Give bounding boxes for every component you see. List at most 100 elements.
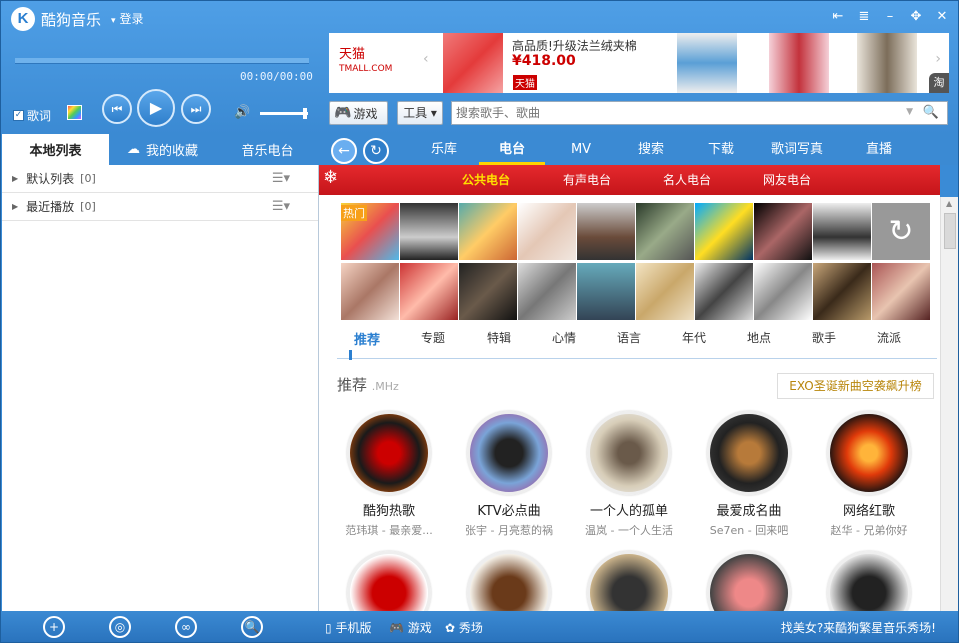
station-card[interactable] (569, 551, 689, 611)
cover-thumb[interactable] (400, 263, 458, 320)
bottom-promo[interactable]: 找美女?来酷狗繁星音乐秀场! (781, 619, 936, 636)
close-icon[interactable]: ✕ (934, 9, 950, 24)
station-card[interactable]: 一个人的孤单 温岚 - 一个人生活 (569, 411, 689, 538)
menu-icon[interactable]: ≣ (856, 9, 872, 24)
content-scrollbar[interactable]: ▲ (940, 197, 958, 611)
tab-live[interactable]: 直播 (855, 134, 903, 165)
mobile-link[interactable]: ▯ 手机版 (325, 619, 371, 636)
tab-download[interactable]: 下载 (697, 134, 745, 165)
station-card[interactable]: 最爱成名曲 Se7en - 回来吧 (689, 411, 809, 538)
cover-thumb[interactable] (813, 263, 871, 320)
list-item[interactable]: ▶ 默认列表 [0] ☰▾ (2, 165, 318, 193)
tab-era[interactable]: 年代 (682, 329, 706, 346)
tab-favorites[interactable]: ☁ 我的收藏 (109, 134, 216, 165)
volume-slider[interactable] (260, 112, 308, 115)
scroll-thumb[interactable] (944, 213, 956, 249)
tab-audio-radio[interactable]: 有声电台 (563, 171, 611, 188)
game-link[interactable]: 🎮 游戏 (389, 619, 432, 636)
play-button[interactable]: ▶ (137, 89, 175, 127)
game-button[interactable]: 🎮 游戏 (329, 101, 388, 125)
search-icon[interactable]: 🔍 (923, 105, 939, 120)
tools-button[interactable]: 工具 ▾ (397, 101, 443, 125)
tab-celebrity-radio[interactable]: 名人电台 (663, 171, 711, 188)
tab-radio[interactable]: 音乐电台 (216, 134, 319, 165)
previous-button[interactable]: ⏮ (102, 94, 132, 124)
station-name[interactable]: 一个人的孤单 (569, 500, 689, 519)
tab-user-radio[interactable]: 网友电台 (763, 171, 811, 188)
back-button[interactable]: ← (331, 138, 357, 164)
tab-place[interactable]: 地点 (747, 329, 771, 346)
search-history-icon[interactable]: ▼ (906, 107, 913, 117)
expand-icon[interactable]: ▶ (12, 202, 18, 211)
list-menu-icon[interactable]: ☰▾ (272, 171, 290, 186)
cover-thumb[interactable] (872, 263, 930, 320)
station-name[interactable]: KTV必点曲 (449, 500, 569, 519)
expand-icon[interactable]: ▶ (12, 174, 18, 183)
tab-language[interactable]: 语言 (617, 329, 641, 346)
tab-library[interactable]: 乐库 (419, 134, 469, 165)
station-cover[interactable] (467, 551, 551, 611)
volume-icon[interactable]: 🔊 (234, 105, 250, 120)
skin-icon[interactable] (67, 105, 82, 120)
compact-icon[interactable]: ✥ (908, 9, 924, 24)
lyrics-toggle[interactable]: ✓ 歌词 (13, 107, 51, 124)
station-cover[interactable] (587, 551, 671, 611)
cover-thumb[interactable] (754, 203, 812, 260)
station-card[interactable]: 酷狗热歌 范玮琪 - 最亲爱... (329, 411, 449, 538)
next-button[interactable]: ⏭ (181, 94, 211, 124)
station-name[interactable]: 最爱成名曲 (689, 500, 809, 519)
station-card[interactable] (689, 551, 809, 611)
refresh-grid-icon[interactable]: ↻ (872, 203, 930, 260)
station-card[interactable]: 网络红歌 赵华 - 兄弟你好 (809, 411, 929, 538)
station-card[interactable] (809, 551, 929, 611)
ad-next-icon[interactable]: › (935, 51, 941, 67)
cover-thumb[interactable] (754, 263, 812, 320)
tab-mv[interactable]: MV (559, 134, 603, 165)
scroll-up-icon[interactable]: ▲ (946, 199, 952, 208)
tab-local-list[interactable]: 本地列表 (2, 134, 109, 165)
ad-banner[interactable]: 天猫 TMALL.COM ‹ 高品质!升级法兰绒夹棉 ¥418.00 天猫 › 淘 (329, 33, 949, 93)
station-card[interactable] (329, 551, 449, 611)
search-input[interactable] (452, 102, 892, 124)
station-name[interactable]: 网络红歌 (809, 500, 929, 519)
cover-thumb[interactable] (341, 263, 399, 320)
cover-thumb[interactable] (459, 263, 517, 320)
cover-thumb[interactable] (636, 263, 694, 320)
show-link[interactable]: ✿ 秀场 (445, 619, 483, 636)
tab-radio-main[interactable]: 电台 (479, 134, 545, 165)
cover-thumb[interactable] (577, 263, 635, 320)
cover-thumb[interactable] (636, 203, 694, 260)
cover-thumb[interactable] (577, 203, 635, 260)
station-card[interactable] (449, 551, 569, 611)
cover-thumb[interactable] (518, 203, 576, 260)
ad-prev-icon[interactable]: ‹ (423, 51, 429, 67)
station-cover[interactable] (347, 411, 431, 495)
station-cover[interactable] (347, 551, 431, 611)
cover-thumb[interactable] (695, 263, 753, 320)
list-item[interactable]: ▶ 最近播放 [0] ☰▾ (2, 193, 318, 221)
cover-thumb[interactable] (459, 203, 517, 260)
playback-progress-bar[interactable] (15, 58, 309, 64)
volume-knob[interactable] (303, 108, 307, 119)
station-cover[interactable] (827, 411, 911, 495)
tab-recommend[interactable]: 推荐 (354, 329, 380, 348)
list-menu-icon[interactable]: ☰▾ (272, 199, 290, 214)
add-icon[interactable]: + (43, 616, 65, 638)
search-list-icon[interactable]: 🔍 (241, 616, 263, 638)
tab-genre[interactable]: 流派 (877, 329, 901, 346)
station-cover[interactable] (827, 551, 911, 611)
login-link[interactable]: ▾ 登录 (111, 10, 144, 27)
tab-lyrics-photo[interactable]: 歌词写真 (765, 134, 829, 165)
cover-thumb[interactable] (695, 203, 753, 260)
mini-mode-icon[interactable]: ⇤ (830, 9, 846, 24)
station-name[interactable]: 酷狗热歌 (329, 500, 449, 519)
station-cover[interactable] (707, 551, 791, 611)
cover-thumb[interactable] (813, 203, 871, 260)
tab-search[interactable]: 搜索 (627, 134, 675, 165)
minimize-icon[interactable]: – (882, 9, 898, 24)
station-cover[interactable] (587, 411, 671, 495)
promo-link[interactable]: EXO圣诞新曲空袭飙升榜 (777, 373, 934, 399)
cover-thumb[interactable] (400, 203, 458, 260)
station-cover[interactable] (467, 411, 551, 495)
station-card[interactable]: KTV必点曲 张宇 - 月亮惹的祸 (449, 411, 569, 538)
